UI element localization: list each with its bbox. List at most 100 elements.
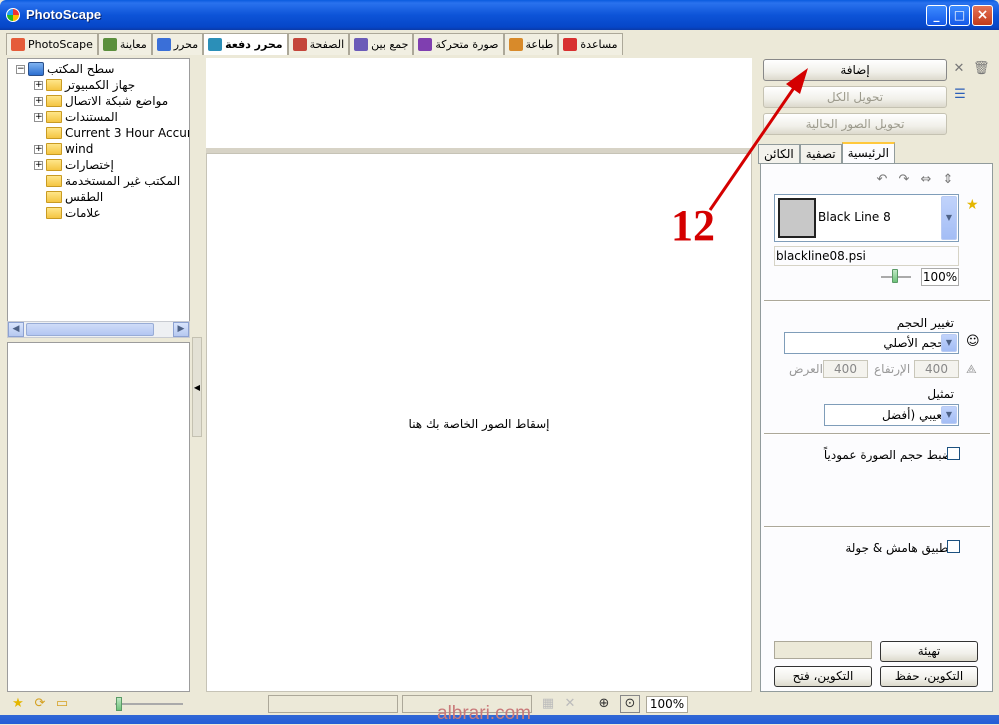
tab-label: الصفحة xyxy=(309,38,345,51)
resize-label: تغيير الحجم xyxy=(896,316,954,330)
tab-5[interactable]: جمع بين xyxy=(349,33,414,55)
tree-item[interactable]: + إختصارات xyxy=(34,157,114,173)
clear-list-icon[interactable]: ✕ xyxy=(951,61,967,77)
frame-percent: 100% xyxy=(921,268,959,286)
rotate-left-icon[interactable]: ↶ xyxy=(874,172,890,188)
checker-icon[interactable]: ▦ xyxy=(540,696,556,712)
width-label: العرض xyxy=(789,362,823,376)
tree-item[interactable]: + جهاز الكمبيوتر xyxy=(34,77,135,93)
tree-item-label: الطقس xyxy=(65,190,104,204)
divider xyxy=(764,300,990,302)
chevron-down-icon[interactable]: ▼ xyxy=(941,406,957,424)
margin-checkbox[interactable] xyxy=(947,540,960,553)
zoom-slider[interactable] xyxy=(115,703,183,705)
zoom-in-icon[interactable]: ⊕ xyxy=(596,696,612,712)
flip-horizontal-icon[interactable]: ⇔ xyxy=(918,172,934,188)
maximize-button[interactable]: □ xyxy=(949,5,970,26)
list-view-icon[interactable]: ☰ xyxy=(952,87,968,103)
refresh-icon[interactable]: ⟳ xyxy=(32,696,48,712)
init-button[interactable]: تهيئة xyxy=(880,641,978,662)
zoom-slider-thumb[interactable] xyxy=(116,697,122,711)
settings-body: ↶ ↷ ⇔ ⇕ Black Line 8 ▼ ★ blackline08.psi… xyxy=(760,163,993,692)
status-field xyxy=(774,641,872,659)
expand-icon[interactable]: + xyxy=(34,160,43,170)
status-field-1 xyxy=(268,695,398,713)
folder-icon[interactable]: ▭ xyxy=(54,696,70,712)
vertical-resize-checkbox[interactable] xyxy=(947,447,960,460)
panel-splitter[interactable]: ◀ xyxy=(192,337,202,437)
zoom-icon[interactable]: ⊙ xyxy=(620,695,640,713)
tab-label: محرر xyxy=(173,38,199,51)
fit-icon[interactable]: ✕ xyxy=(562,696,578,712)
tree-item-label: Current 3 Hour Accum xyxy=(65,126,190,140)
collapse-icon[interactable]: − xyxy=(16,64,25,74)
trash-icon[interactable]: 🗑 xyxy=(973,61,990,77)
height-field[interactable]: 400 xyxy=(914,360,959,378)
folder-icon xyxy=(46,127,62,139)
slider-thumb[interactable] xyxy=(892,269,898,283)
scroll-thumb[interactable] xyxy=(26,323,154,336)
tree-horizontal-scrollbar[interactable]: ◀ ▶ xyxy=(7,321,190,338)
tab-2[interactable]: محرر xyxy=(151,33,204,55)
star-icon[interactable]: ★ xyxy=(10,696,26,712)
tab-label: معاينة xyxy=(119,38,147,51)
tab-1[interactable]: معاينة xyxy=(97,33,152,55)
tab-icon xyxy=(563,38,578,51)
tab-icon xyxy=(208,38,223,51)
tree-root-label: سطح المكتب xyxy=(47,62,115,76)
tree-item[interactable]: علامات xyxy=(34,205,101,221)
save-config-button[interactable]: التكوين، حفظ xyxy=(880,666,978,687)
tree-item[interactable]: + المستندات xyxy=(34,109,118,125)
rotate-right-icon[interactable]: ↷ xyxy=(896,172,912,188)
tree-item-label: علامات xyxy=(65,206,101,220)
vertical-resize-label: ضبط حجم الصورة عمودياً xyxy=(823,448,952,462)
expand-icon[interactable]: + xyxy=(34,144,43,154)
expand-icon[interactable]: + xyxy=(34,80,43,90)
lock-ratio-icon[interactable]: ⟁ xyxy=(966,362,977,377)
arrow-head xyxy=(786,68,808,94)
scroll-right-icon[interactable]: ▶ xyxy=(173,322,189,337)
expand-icon[interactable]: + xyxy=(34,96,43,106)
width-field[interactable]: 400 xyxy=(823,360,868,378)
open-config-button[interactable]: التكوين، فتح xyxy=(774,666,872,687)
thumbnail-panel xyxy=(7,342,190,692)
tab-4[interactable]: الصفحة xyxy=(287,33,350,55)
divider xyxy=(764,433,990,435)
tab-home[interactable]: الرئيسية xyxy=(841,142,895,164)
resize-select[interactable]: الحجم الأصلي ▼ xyxy=(784,332,959,354)
favorite-star-icon[interactable]: ★ xyxy=(966,197,979,213)
scroll-left-icon[interactable]: ◀ xyxy=(8,322,24,337)
tree-item[interactable]: الطقس xyxy=(34,189,103,205)
frame-name: Black Line 8 xyxy=(818,210,891,224)
folder-tree[interactable]: − سطح المكتب + جهاز الكمبيوتر + مواضع شبكة … xyxy=(7,58,190,322)
person-icon[interactable]: ☺ xyxy=(966,334,980,349)
render-select[interactable]: تكعيبي (أفضل ▼ xyxy=(824,404,959,426)
flip-vertical-icon[interactable]: ⇕ xyxy=(940,172,956,188)
tab-7[interactable]: طباعة xyxy=(503,33,559,55)
folder-icon xyxy=(46,143,62,155)
tree-item[interactable]: + مواضع شبكة الاتصال xyxy=(34,93,168,109)
tab-3[interactable]: محرر دفعة xyxy=(203,33,288,55)
minimize-button[interactable]: _ xyxy=(926,5,947,26)
drop-zone-text: إسقاط الصور الخاصة بك هنا xyxy=(408,417,550,431)
tab-label: مساعدة xyxy=(580,38,618,51)
close-button[interactable]: × xyxy=(972,5,993,26)
tab-8[interactable]: مساعدة xyxy=(558,33,623,55)
tree-item[interactable]: المكتب غير المستخدمة xyxy=(34,173,180,189)
watermark: albrari.com xyxy=(437,703,531,724)
tab-0[interactable]: PhotoScape xyxy=(6,33,98,55)
tab-label: طباعة xyxy=(525,38,554,51)
arrow-line xyxy=(708,81,800,211)
tree-root[interactable]: − سطح المكتب xyxy=(16,61,114,77)
chevron-down-icon[interactable]: ▼ xyxy=(941,334,957,352)
tree-item[interactable]: Current 3 Hour Accum xyxy=(34,125,190,141)
tab-6[interactable]: صورة متحركة xyxy=(413,33,504,55)
tab-label: جمع بين xyxy=(371,38,409,51)
tree-item-label: wind xyxy=(65,142,94,156)
chevron-down-icon[interactable]: ▼ xyxy=(941,196,957,240)
expand-icon[interactable]: + xyxy=(34,112,43,122)
tab-icon xyxy=(508,38,523,51)
title-bar: PhotoScape _ □ × xyxy=(0,0,999,30)
tab-label: محرر دفعة xyxy=(225,38,283,51)
tree-item[interactable]: + wind xyxy=(34,141,93,157)
